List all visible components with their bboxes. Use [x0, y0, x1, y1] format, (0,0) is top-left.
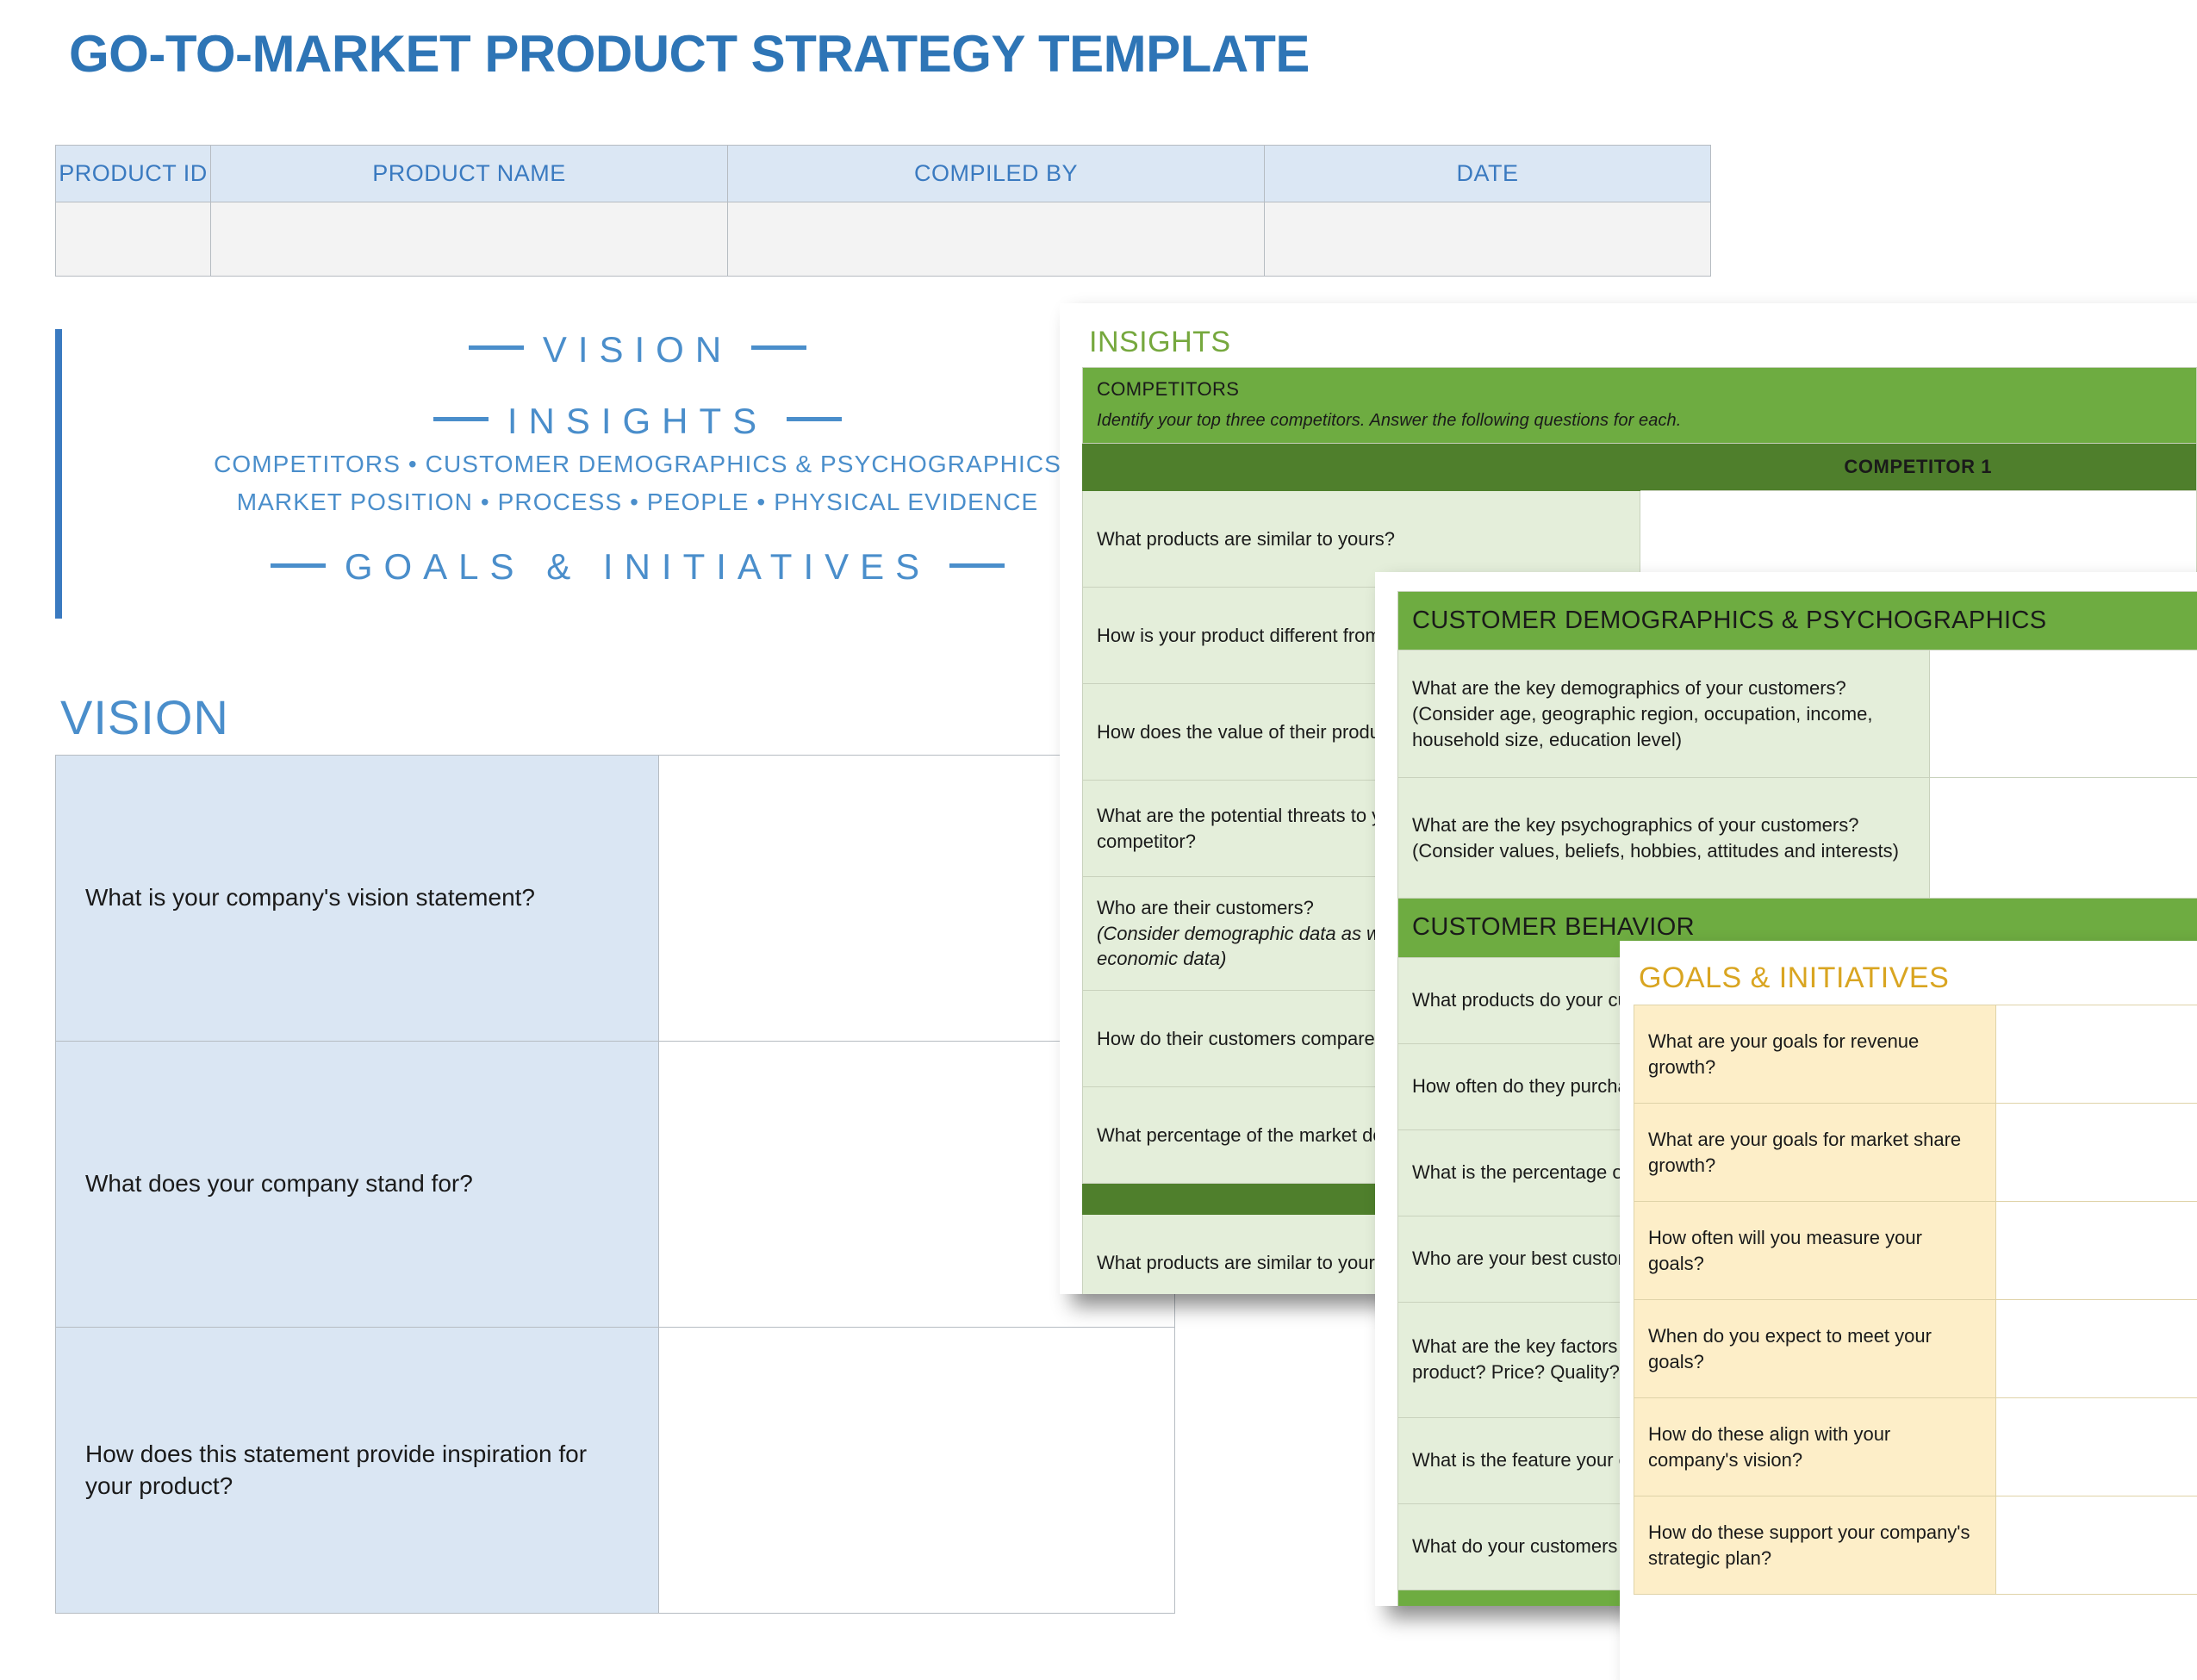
goals-answer-4[interactable]	[1996, 1300, 2197, 1398]
section-overview: VISION INSIGHTS COMPETITORS • CUSTOMER D…	[69, 326, 1206, 592]
toc-insights-sub-1: COMPETITORS • CUSTOMER DEMOGRAPHICS & PS…	[69, 445, 1206, 482]
table-row: What are your goals for market share gro…	[1634, 1104, 2197, 1202]
goals-answer-5[interactable]	[1996, 1398, 2197, 1496]
input-product-id[interactable]	[56, 202, 211, 277]
dash-left-icon	[469, 345, 524, 350]
table-row: What does your company stand for?	[56, 1042, 1175, 1328]
vision-question-2: What does your company stand for?	[56, 1042, 659, 1328]
toc-goals-label: GOALS & INITIATIVES	[345, 546, 930, 587]
table-row: What are the key demographics of your cu…	[1398, 650, 2197, 778]
input-compiled-by[interactable]	[728, 202, 1265, 277]
demographics-question-2: What are the key psychographics of your …	[1398, 778, 1930, 899]
product-info-table: PRODUCT ID PRODUCT NAME COMPILED BY DATE	[55, 145, 1711, 277]
page-title: GO-TO-MARKET PRODUCT STRATEGY TEMPLATE	[69, 24, 1310, 84]
dash-left-icon	[433, 417, 489, 421]
competitor-question-5-main: Who are their customers?	[1097, 897, 1314, 918]
goals-question-4: When do you expect to meet your goals?	[1634, 1300, 1996, 1398]
vision-section-heading: VISION	[60, 689, 229, 745]
competitors-band: COMPETITORS Identify your top three comp…	[1083, 368, 2197, 444]
column-header-date: DATE	[1265, 146, 1711, 202]
goals-panel[interactable]: GOALS & INITIATIVES What are your goals …	[1620, 941, 2197, 1680]
dash-left-icon	[271, 563, 326, 568]
demographics-answer-1[interactable]	[1929, 650, 2197, 778]
competitors-band-desc: Identify your top three competitors. Ans…	[1097, 409, 2182, 432]
toc-goals-row: GOALS & INITIATIVES	[69, 543, 1206, 592]
goals-answer-2[interactable]	[1996, 1104, 2197, 1202]
demographics-band-title: CUSTOMER DEMOGRAPHICS & PSYCHOGRAPHICS	[1398, 592, 2197, 650]
template-page: GO-TO-MARKET PRODUCT STRATEGY TEMPLATE P…	[0, 0, 2197, 1680]
toc-insights-label: INSIGHTS	[507, 401, 768, 441]
toc-vision-label: VISION	[543, 329, 732, 370]
goals-table: What are your goals for revenue growth? …	[1634, 1005, 2197, 1595]
table-row: When do you expect to meet your goals?	[1634, 1300, 2197, 1398]
goals-question-3: How often will you measure your goals?	[1634, 1202, 1996, 1300]
demographics-answer-2[interactable]	[1929, 778, 2197, 899]
table-header-row: PRODUCT ID PRODUCT NAME COMPILED BY DATE	[56, 146, 1711, 202]
demographics-question-1: What are the key demographics of your cu…	[1398, 650, 1930, 778]
goals-question-1: What are your goals for revenue growth?	[1634, 1005, 1996, 1104]
table-row: What are your goals for revenue growth?	[1634, 1005, 2197, 1104]
insights-panel-heading: INSIGHTS	[1089, 327, 2197, 357]
table-input-row	[56, 202, 1711, 277]
input-product-name[interactable]	[211, 202, 728, 277]
table-row: What is your company's vision statement?	[56, 756, 1175, 1042]
dash-right-icon	[787, 417, 842, 421]
demographics-band-row: CUSTOMER DEMOGRAPHICS & PSYCHOGRAPHICS	[1398, 592, 2197, 650]
goals-question-5: How do these align with your company's v…	[1634, 1398, 1996, 1496]
table-row: How do these align with your company's v…	[1634, 1398, 2197, 1496]
blue-vertical-rule	[55, 329, 62, 619]
table-row: How often will you measure your goals?	[1634, 1202, 2197, 1300]
competitor-column-header-row: COMPETITOR 1	[1083, 444, 2197, 491]
column-header-compiled-by: COMPILED BY	[728, 146, 1265, 202]
column-header-product-id: PRODUCT ID	[56, 146, 211, 202]
table-row: How does this statement provide inspirat…	[56, 1328, 1175, 1614]
column-header-product-name: PRODUCT NAME	[211, 146, 728, 202]
toc-insights-sub-2: MARKET POSITION • PROCESS • PEOPLE • PHY…	[69, 483, 1206, 520]
vision-question-1: What is your company's vision statement?	[56, 756, 659, 1042]
table-row: What are the key psychographics of your …	[1398, 778, 2197, 899]
dash-right-icon	[751, 345, 806, 350]
input-date[interactable]	[1265, 202, 1711, 277]
vision-question-3: How does this statement provide inspirat…	[56, 1328, 659, 1614]
toc-insights-row: INSIGHTS	[69, 397, 1206, 446]
table-row: How do these support your company's stra…	[1634, 1496, 2197, 1595]
goals-answer-6[interactable]	[1996, 1496, 2197, 1595]
competitors-band-title: COMPETITORS	[1097, 378, 1239, 400]
toc-vision-row: VISION	[69, 326, 1206, 375]
goals-question-2: What are your goals for market share gro…	[1634, 1104, 1996, 1202]
goals-answer-3[interactable]	[1996, 1202, 2197, 1300]
dash-right-icon	[949, 563, 1005, 568]
vision-answer-3[interactable]	[659, 1328, 1175, 1614]
goals-answer-1[interactable]	[1996, 1005, 2197, 1104]
goals-question-6: How do these support your company's stra…	[1634, 1496, 1996, 1595]
competitors-band-row: COMPETITORS Identify your top three comp…	[1083, 368, 2197, 444]
competitor-header-spacer	[1083, 444, 1640, 491]
vision-table: What is your company's vision statement?…	[55, 755, 1175, 1614]
competitor-1-column-header: COMPETITOR 1	[1640, 444, 2197, 491]
goals-panel-heading: GOALS & INITIATIVES	[1639, 963, 2197, 992]
